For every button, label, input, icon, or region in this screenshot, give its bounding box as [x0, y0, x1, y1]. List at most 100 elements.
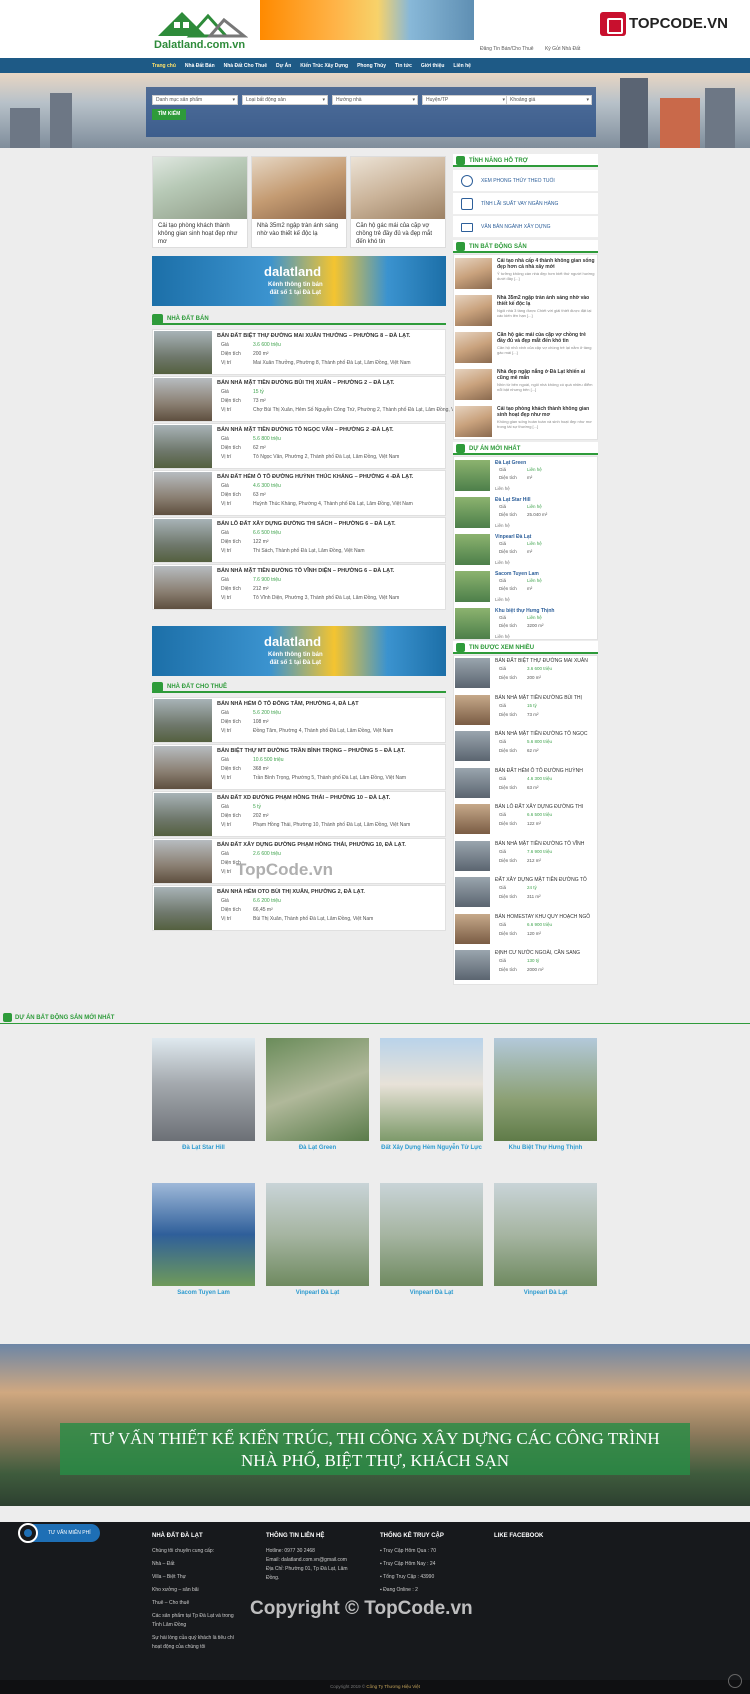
project-card[interactable]: Vinpearl Đà Lạt [380, 1183, 483, 1305]
listing-image[interactable] [154, 378, 212, 421]
listing-image[interactable] [154, 840, 212, 883]
project-image[interactable] [266, 1183, 369, 1286]
news-thumb[interactable] [455, 295, 492, 326]
nav-lienhe[interactable]: Liên hệ [453, 63, 471, 69]
news-item[interactable]: Cải tạo phòng khách thành không gian sin… [455, 404, 596, 440]
consign-link[interactable]: Ký Gửi Nhà Đất [545, 46, 580, 52]
project-card-label[interactable]: Đà Lạt Star Hill [152, 1144, 255, 1152]
listing-card[interactable]: BÁN LÔ ĐẤT XÂY DỰNG ĐƯỜNG THI SÁCH – PHƯ… [152, 517, 446, 563]
featured-card[interactable]: Căn hộ gác mái của cặp vợ chồng trẻ đầy … [350, 156, 446, 248]
listing-card[interactable]: BÁN NHÀ HẺM OTO BÙI THỊ XUÂN, PHƯỜNG 2, … [152, 885, 446, 931]
viewed-item[interactable]: BÁN ĐẤT BIỆT THỰ ĐƯỜNG MAI XUÂN Giá 3.6 60… [455, 656, 596, 690]
post-listing-link[interactable]: Đăng Tin Bán/Cho Thuê [480, 46, 534, 52]
project-card-label[interactable]: Khu Biệt Thự Hưng Thịnh [494, 1144, 597, 1152]
project-name[interactable]: Khu biệt thự Hưng Thịnh [495, 608, 554, 614]
search-button[interactable]: TÌM KIẾM [152, 109, 186, 120]
news-title[interactable]: Căn hộ gác mái của cặp vợ chồng trẻ đầy … [497, 332, 595, 344]
listing-image[interactable] [154, 793, 212, 836]
ad-banner[interactable]: dalatland Kênh thông tin bán đất số 1 tại… [152, 626, 446, 676]
listing-image[interactable] [154, 425, 212, 468]
project-thumb[interactable] [455, 460, 490, 491]
category-select[interactable]: Danh mục sản phẩm [152, 95, 238, 105]
listing-title[interactable]: BÁN NHÀ HẺM Ô TÔ ĐÔNG TÂM, PHƯỜNG 4, ĐÀ … [217, 701, 359, 707]
project-card[interactable]: Vinpearl Đà Lạt [494, 1183, 597, 1305]
listing-card[interactable]: BÁN ĐẤT XD ĐƯỜNG PHẠM HỒNG THÁI – PHƯỜNG… [152, 791, 446, 837]
news-title[interactable]: Nhà 35m2 ngập tràn ánh sáng nhờ vào thiế… [497, 295, 595, 307]
listing-title[interactable]: BÁN BIỆT THỰ MT ĐƯỜNG TRẦN BÌNH TRỌNG – … [217, 748, 405, 754]
nav-gioithieu[interactable]: Giới thiệu [421, 63, 445, 69]
news-title[interactable]: Cải tạo phòng khách thành không gian sin… [497, 406, 595, 418]
project-thumb[interactable] [455, 608, 490, 639]
project-card-label[interactable]: Sacom Tuyen Lam [152, 1289, 255, 1297]
news-item[interactable]: Cải tạo nhà cấp 4 thành không gian sống … [455, 256, 596, 292]
project-card[interactable]: Vinpearl Đà Lạt [266, 1183, 369, 1305]
nav-ban[interactable]: Nhà Đất Bán [185, 63, 215, 69]
project-image[interactable] [494, 1038, 597, 1141]
listing-image[interactable] [154, 472, 212, 515]
project-item[interactable]: Vinpearl Đà Lạt Giá Liên hệ Diện tích m² Liên… [455, 532, 596, 568]
project-thumb[interactable] [455, 571, 490, 602]
nav-home[interactable]: Trang chủ [152, 63, 176, 69]
featured-card[interactable]: Nhà 35m2 ngập tràn ánh sáng nhờ vào thiế… [251, 156, 347, 248]
free-consult-button[interactable]: TƯ VẤN MIỄN PHÍ [18, 1523, 100, 1543]
project-card-label[interactable]: Đà Lạt Green [266, 1144, 369, 1152]
news-thumb[interactable] [455, 369, 492, 400]
news-thumb[interactable] [455, 406, 492, 437]
project-item[interactable]: Đà Lạt Green Giá Liên hệ Diện tích m² Liên hệ [455, 458, 596, 494]
viewed-title[interactable]: BÁN NHÀ MẶT TIỀN ĐƯỜNG BÙI THỊ [495, 695, 582, 701]
listing-title[interactable]: BÁN ĐẤT XÂY DỰNG ĐƯỜNG PHẠM HỒNG THÁI, P… [217, 842, 406, 848]
direction-select[interactable]: Hướng nhà [332, 95, 418, 105]
nav-kientruc[interactable]: Kiến Trúc Xây Dựng [300, 63, 348, 69]
viewed-thumb[interactable] [455, 913, 490, 944]
project-card-label[interactable]: Vinpearl Đà Lạt [494, 1289, 597, 1297]
nav-phongthuy[interactable]: Phong Thủy [357, 63, 386, 69]
listing-card[interactable]: BÁN NHÀ MẶT TIỀN ĐƯỜNG TÔ NGỌC VÂN – PHƯ… [152, 423, 446, 469]
project-card[interactable]: Đà Lạt Star Hill [152, 1038, 255, 1160]
listing-title[interactable]: BÁN NHÀ MẶT TIỀN ĐƯỜNG TÔ NGỌC VÂN – PHƯ… [217, 427, 393, 433]
viewed-item[interactable]: ĐẤT XÂY DỰNG MẶT TIỀN ĐƯỜNG TÔ Giá 24 tỷ Di… [455, 875, 596, 909]
listing-card[interactable]: BÁN BIỆT THỰ MT ĐƯỜNG TRẦN BÌNH TRỌNG – … [152, 744, 446, 790]
viewed-title[interactable]: BÁN ĐẤT BIỆT THỰ ĐƯỜNG MAI XUÂN [495, 658, 588, 664]
viewed-thumb[interactable] [455, 731, 490, 761]
listing-title[interactable]: BÁN ĐẤT HẺM Ô TÔ ĐƯỜNG HUỲNH THÚC KHÁNG … [217, 474, 413, 480]
viewed-title[interactable]: BÁN NHÀ MẶT TIỀN ĐƯỜNG TÔ NGỌC [495, 731, 587, 737]
project-item[interactable]: Sacom Tuyen Lam Giá Liên hệ Diện tích m² Liên… [455, 569, 596, 605]
news-thumb[interactable] [455, 258, 492, 289]
news-title[interactable]: Nhà đẹp ngập nắng ở Đà Lạt khiến ai cũng… [497, 369, 595, 381]
project-card[interactable]: Đà Lạt Green [266, 1038, 369, 1160]
viewed-title[interactable]: ĐỊNH CƯ NƯỚC NGOÀI, CẦN SANG [495, 950, 580, 956]
viewed-thumb[interactable] [455, 767, 490, 798]
news-thumb[interactable] [455, 332, 492, 363]
project-card-label[interactable]: Vinpearl Đà Lạt [380, 1289, 483, 1297]
listing-card[interactable]: BÁN NHÀ HẺM Ô TÔ ĐÔNG TÂM, PHƯỜNG 4, ĐÀ … [152, 697, 446, 743]
project-name[interactable]: Sacom Tuyen Lam [495, 571, 539, 577]
viewed-item[interactable]: ĐỊNH CƯ NƯỚC NGOÀI, CẦN SANG Giá 130 tỷ Diệ… [455, 948, 596, 982]
listing-image[interactable] [154, 566, 212, 609]
viewed-title[interactable]: BÁN LÔ ĐẤT XÂY DỰNG ĐƯỜNG THI [495, 804, 583, 810]
listing-image[interactable] [154, 519, 212, 562]
project-item[interactable]: Đà Lạt Star Hill Giá Liên hệ Diện tích 25.04… [455, 495, 596, 531]
tool-loan[interactable]: TÍNH LÃI SUẤT VAY NGÂN HÀNG [453, 193, 598, 215]
listing-card[interactable]: BÁN NHÀ MẶT TIỀN ĐƯỜNG TÔ VĨNH DIỆN – PH… [152, 564, 446, 610]
listing-image[interactable] [154, 699, 212, 742]
tool-fengshui[interactable]: XEM PHONG THỦY THEO TUỔI [453, 170, 598, 192]
project-card[interactable]: Sacom Tuyen Lam [152, 1183, 255, 1305]
news-item[interactable]: Căn hộ gác mái của cặp vợ chồng trẻ đầy … [455, 330, 596, 366]
project-name[interactable]: Đà Lạt Star Hill [495, 497, 531, 503]
header-banner[interactable] [260, 0, 474, 40]
hotline-text[interactable]: Hotline: 0977 30 2468 [266, 1547, 376, 1556]
project-card-label[interactable]: Đất Xây Dựng Hẻm Nguyễn Tử Lực [380, 1144, 483, 1152]
viewed-thumb[interactable] [455, 658, 490, 688]
project-item[interactable]: Khu biệt thự Hưng Thịnh Giá Liên hệ Diện tí… [455, 606, 596, 642]
project-thumb[interactable] [455, 534, 490, 565]
viewed-item[interactable]: BÁN NHÀ MẶT TIỀN ĐƯỜNG BÙI THỊ Giá 15 tỷ Di… [455, 693, 596, 727]
project-image[interactable] [494, 1183, 597, 1286]
site-logo[interactable]: Dalatland.com.vn [152, 6, 249, 52]
news-item[interactable]: Nhà đẹp ngập nắng ở Đà Lạt khiến ai cũng… [455, 367, 596, 403]
project-image[interactable] [152, 1183, 255, 1286]
listing-card[interactable]: BÁN NHÀ MẶT TIỀN ĐƯỜNG BÙI THỊ XUÂN – PH… [152, 376, 472, 422]
featured-card[interactable]: Cải tạo phòng khách thành không gian sin… [152, 156, 248, 248]
back-to-top-button[interactable] [728, 1674, 742, 1688]
viewed-item[interactable]: BÁN LÔ ĐẤT XÂY DỰNG ĐƯỜNG THI Giá 6.6 500 … [455, 802, 596, 836]
listing-image[interactable] [154, 331, 212, 374]
